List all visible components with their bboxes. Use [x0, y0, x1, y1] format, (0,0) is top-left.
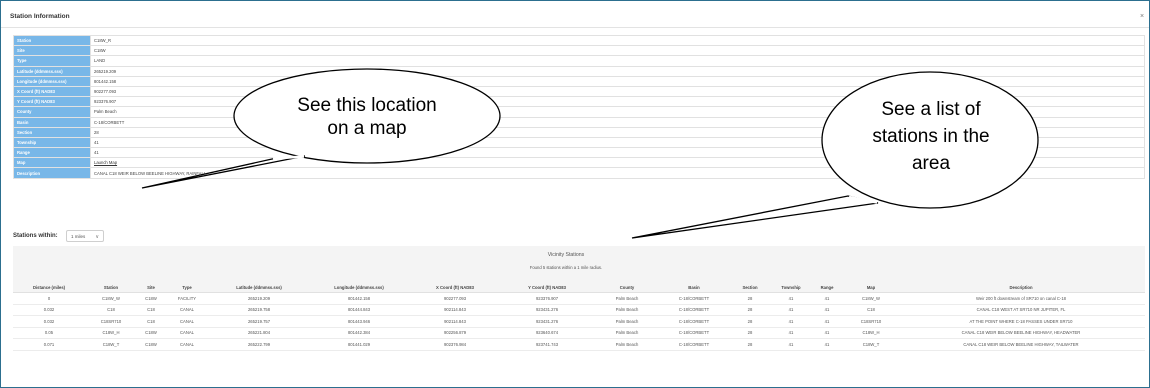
list-callout-pointer — [631, 195, 879, 239]
list-callout-line-2: stations in the — [872, 126, 989, 147]
map-callout-line-2: on a map — [327, 118, 406, 139]
map-callout-bubble — [233, 68, 501, 164]
list-callout-line-3: area — [912, 153, 950, 174]
list-callout-line-1: See a list of — [881, 99, 981, 120]
map-callout-line-1: See this location — [297, 95, 436, 116]
map-callout-pointer — [141, 155, 306, 189]
annotation-overlay: See this location on a map See a list of… — [141, 68, 1039, 239]
